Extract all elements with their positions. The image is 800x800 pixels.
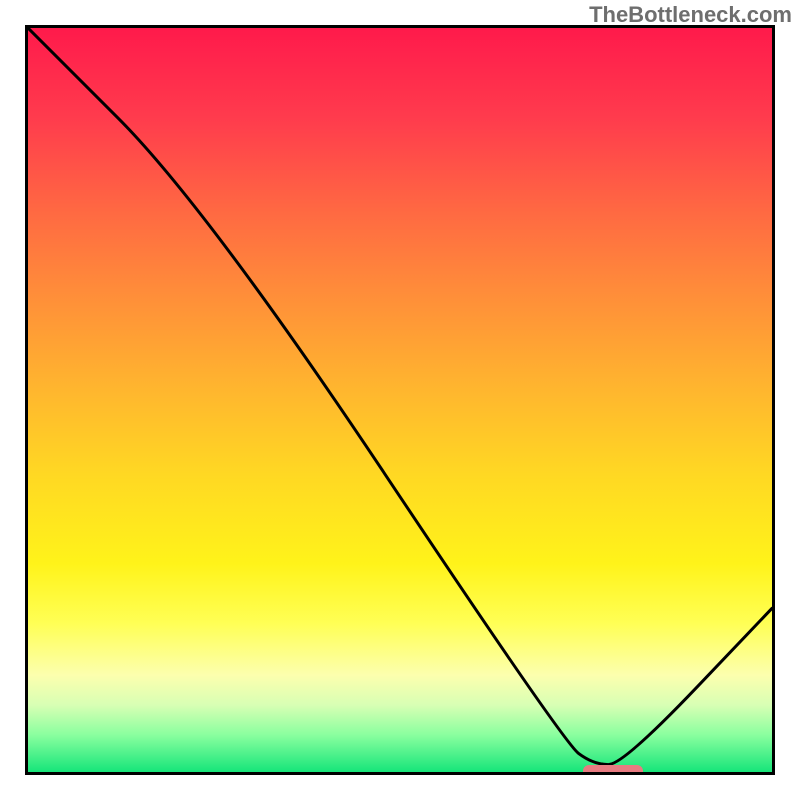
bottleneck-curve-path	[28, 28, 772, 765]
watermark-text: TheBottleneck.com	[589, 2, 792, 28]
plot-area	[25, 25, 775, 775]
chart-overlay	[28, 28, 772, 772]
chart-container: TheBottleneck.com	[0, 0, 800, 800]
optimal-marker	[583, 765, 643, 776]
